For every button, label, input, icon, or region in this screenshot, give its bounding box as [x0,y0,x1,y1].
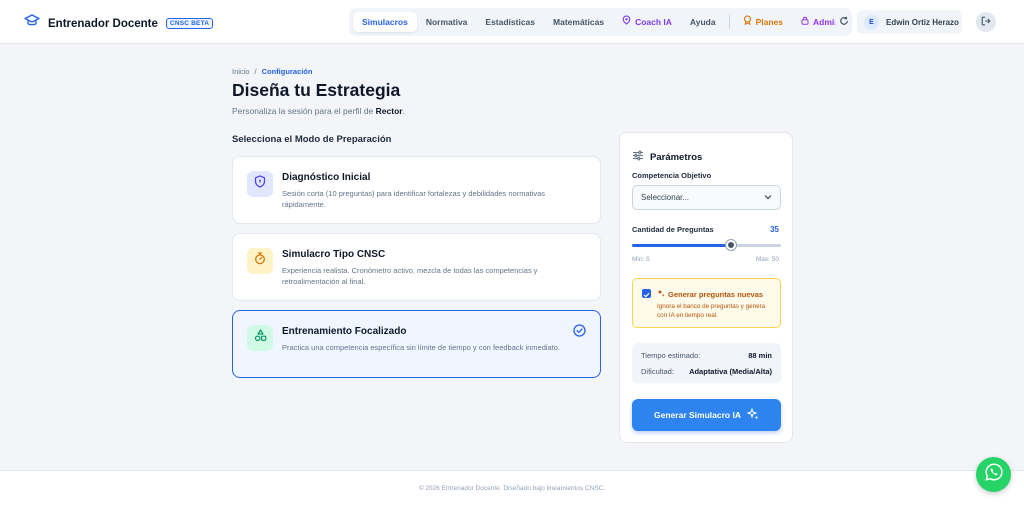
generate-new-title: Generar preguntas nuevas [657,289,763,299]
parameters-panel: Parámetros Competencia Objetivo Seleccio… [619,132,793,443]
generate-button-label: Generar Simulacro IA [654,410,741,420]
estimate-box: Tiempo estimado: 88 min Dificultad: Adap… [632,343,781,383]
sliders-icon [632,148,644,166]
subtitle-text: Personaliza la sesión para el perfil de [232,106,376,116]
nav-estadisticas[interactable]: Estadísticas [476,12,544,32]
breadcrumb-separator: / [254,67,257,76]
mode-card-focalizado[interactable]: Entrenamiento Focalizado Practica una co… [232,310,601,378]
sparkles-icon [746,407,759,422]
cantidad-label: Cantidad de Preguntas [632,225,714,234]
generate-new-option: Generar preguntas nuevas Ignora el banco… [632,278,781,328]
chevron-down-icon [764,193,772,202]
parameters-title: Parámetros [650,151,703,163]
footer: © 2026 Entrenador Docente. Diseñado bajo… [0,470,1024,505]
nav-planes-label: Planes [755,17,783,27]
brand-title: Entrenador Docente [48,17,158,30]
avatar: E [864,14,879,30]
nav-simulacros[interactable]: Simulacros [353,12,417,32]
user-menu[interactable]: E Edwin Ortiz Herazo [857,10,962,34]
mode-title: Entrenamiento Focalizado [282,326,407,337]
nav-planes[interactable]: Planes [734,12,792,32]
brand[interactable]: Entrenador Docente CNSC BETA [24,14,214,33]
cantidad-value: 35 [770,225,779,234]
sparkle-icon [622,12,631,32]
generate-new-description: Ignora el banco de preguntas y genera co… [657,303,766,319]
dificultad-row: Dificultad: Adaptativa (Media/Alta) [641,367,772,376]
check-circle-icon [573,324,586,342]
graduation-cap-icon [24,14,40,33]
refresh-icon [839,13,849,31]
mode-description: Experiencia realista. Cronómetro activo,… [282,266,538,286]
competencia-label: Competencia Objetivo [632,171,712,180]
checkmark-icon [643,285,650,303]
nav-ayuda[interactable]: Ayuda [681,12,725,32]
whatsapp-icon [984,462,1004,487]
medal-icon [743,12,752,32]
breadcrumb-current: Configuración [261,67,313,76]
parameters-header: Parámetros [632,148,702,166]
mode-title: Simulacro Tipo CNSC [282,249,386,260]
modes-heading: Selecciona el Modo de Preparación [232,134,392,145]
logout-icon [981,13,991,31]
nav-coach-label: Coach IA [635,17,672,27]
range-min: Min: 5 [632,256,650,263]
mode-icon-box [247,171,273,197]
competencia-select[interactable]: Seleccionar... [632,185,781,210]
footer-text: © 2026 Entrenador Docente. Diseñado bajo… [418,485,606,492]
slider-thumb[interactable] [726,240,737,250]
main-nav: Simulacros Normativa Estadísticas Matemá… [349,8,853,36]
beta-badge: CNSC BETA [165,18,214,29]
top-header: Entrenador Docente CNSC BETA Simulacros … [0,0,1024,44]
subtitle-suffix: . [402,106,405,116]
mode-card-diagnostico[interactable]: Diagnóstico Inicial Sesión corta (10 pre… [232,156,601,224]
slider-fill [632,244,732,247]
breadcrumb-home[interactable]: Inicio [232,67,250,76]
shield-icon [254,175,266,193]
mode-description: Sesión corta (10 preguntas) para identif… [282,189,546,209]
dificultad-label: Dificultad: [641,367,674,376]
mode-description: Practica una competencia específica sin … [282,343,561,352]
whatsapp-button[interactable] [976,457,1011,492]
nav-divider [728,15,730,29]
generate-new-checkbox[interactable] [642,289,651,298]
refresh-button[interactable] [835,13,853,31]
tiempo-row: Tiempo estimado: 88 min [641,351,772,360]
generate-new-label: Generar preguntas nuevas [668,289,764,299]
shapes-icon [254,329,267,347]
page-title: Diseña tu Estrategia [232,80,401,100]
competencia-value: Seleccionar... [641,193,690,202]
tiempo-value: 88 min [748,351,772,360]
nav-matematicas[interactable]: Matemáticas [544,12,613,32]
nav-coach-ia[interactable]: Coach IA [613,12,681,32]
admin-lock-icon [801,12,809,32]
dificultad-value: Adaptativa (Media/Alta) [689,367,772,376]
stopwatch-icon [254,252,266,270]
generate-simulacro-button[interactable]: Generar Simulacro IA [632,399,781,431]
user-name: Edwin Ortiz Herazo [886,17,959,27]
range-max: Max: 50 [755,256,779,263]
mode-card-simulacro[interactable]: Simulacro Tipo CNSC Experiencia realista… [232,233,601,301]
mode-title: Diagnóstico Inicial [282,172,371,183]
tiempo-label: Tiempo estimado: [641,351,701,360]
cantidad-slider[interactable] [632,240,781,250]
mode-icon-box [247,248,273,274]
logout-button[interactable] [976,12,996,32]
mode-icon-box [247,325,273,351]
breadcrumb: Inicio / Configuración [232,67,312,76]
sparkles-icon [657,289,665,299]
page-subtitle: Personaliza la sesión para el perfil de … [232,106,405,116]
nav-normativa[interactable]: Normativa [417,12,477,32]
profile-name: Rector [375,106,403,116]
